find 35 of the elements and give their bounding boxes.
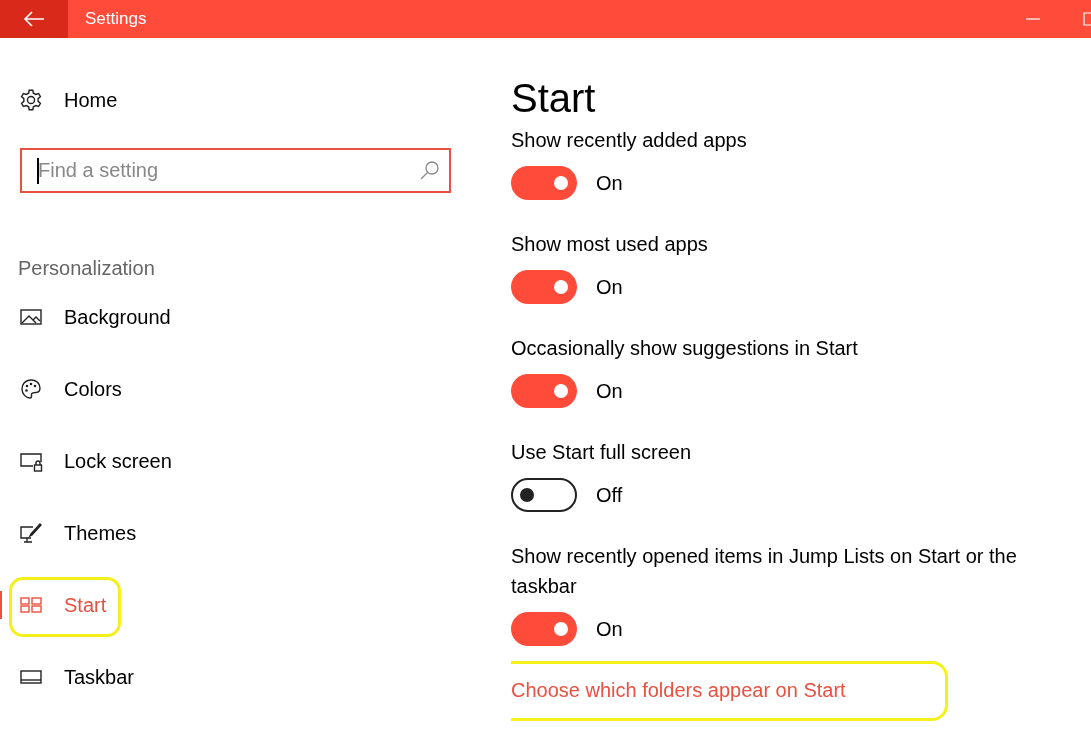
palette-icon	[18, 377, 44, 401]
toggle-switch[interactable]	[511, 166, 577, 200]
setting-label: Occasionally show suggestions in Start	[511, 336, 859, 361]
home-nav-item[interactable]: Home	[0, 80, 460, 120]
nav-item[interactable]: Start	[0, 569, 460, 641]
page-heading: Start	[511, 75, 597, 122]
toggle-state: On	[596, 617, 623, 641]
toggle-switch[interactable]	[511, 270, 577, 304]
search-field[interactable]: Find a setting	[20, 148, 451, 193]
back-arrow-icon	[23, 10, 45, 28]
setting-label: Show recently opened items in Jump Lists on Start or the taskbar	[511, 544, 1018, 599]
monitor-pen-icon	[18, 521, 44, 545]
toggle-state: On	[596, 275, 623, 299]
folders-link[interactable]: Choose which folders appear on Start	[511, 679, 846, 701]
nav-item[interactable]: Colors	[0, 353, 460, 425]
back-button[interactable]	[0, 0, 68, 38]
text-cursor	[37, 158, 39, 184]
settings-icon	[18, 87, 44, 113]
toggle-state: On	[596, 171, 623, 195]
toggle-state: Off	[596, 483, 623, 507]
toggle-switch[interactable]	[511, 612, 577, 646]
setting-label: Show most used apps	[511, 232, 709, 257]
nav-item[interactable]: Background	[0, 281, 460, 353]
nav-item[interactable]: Lock screen	[0, 425, 460, 497]
maximize-icon[interactable]	[1083, 12, 1091, 26]
setting-label: Use Start full screen	[511, 440, 693, 465]
window-title: Settings	[85, 9, 148, 29]
setting-label: Show recently added apps	[511, 128, 748, 153]
toggle-switch[interactable]	[511, 478, 577, 512]
nav-item[interactable]: Taskbar	[0, 641, 460, 713]
toggle-state: On	[596, 379, 623, 403]
section-heading: Personalization	[18, 256, 156, 281]
toggle-switch[interactable]	[511, 374, 577, 408]
search-icon	[419, 159, 441, 181]
nav-item[interactable]: Themes	[0, 497, 460, 569]
